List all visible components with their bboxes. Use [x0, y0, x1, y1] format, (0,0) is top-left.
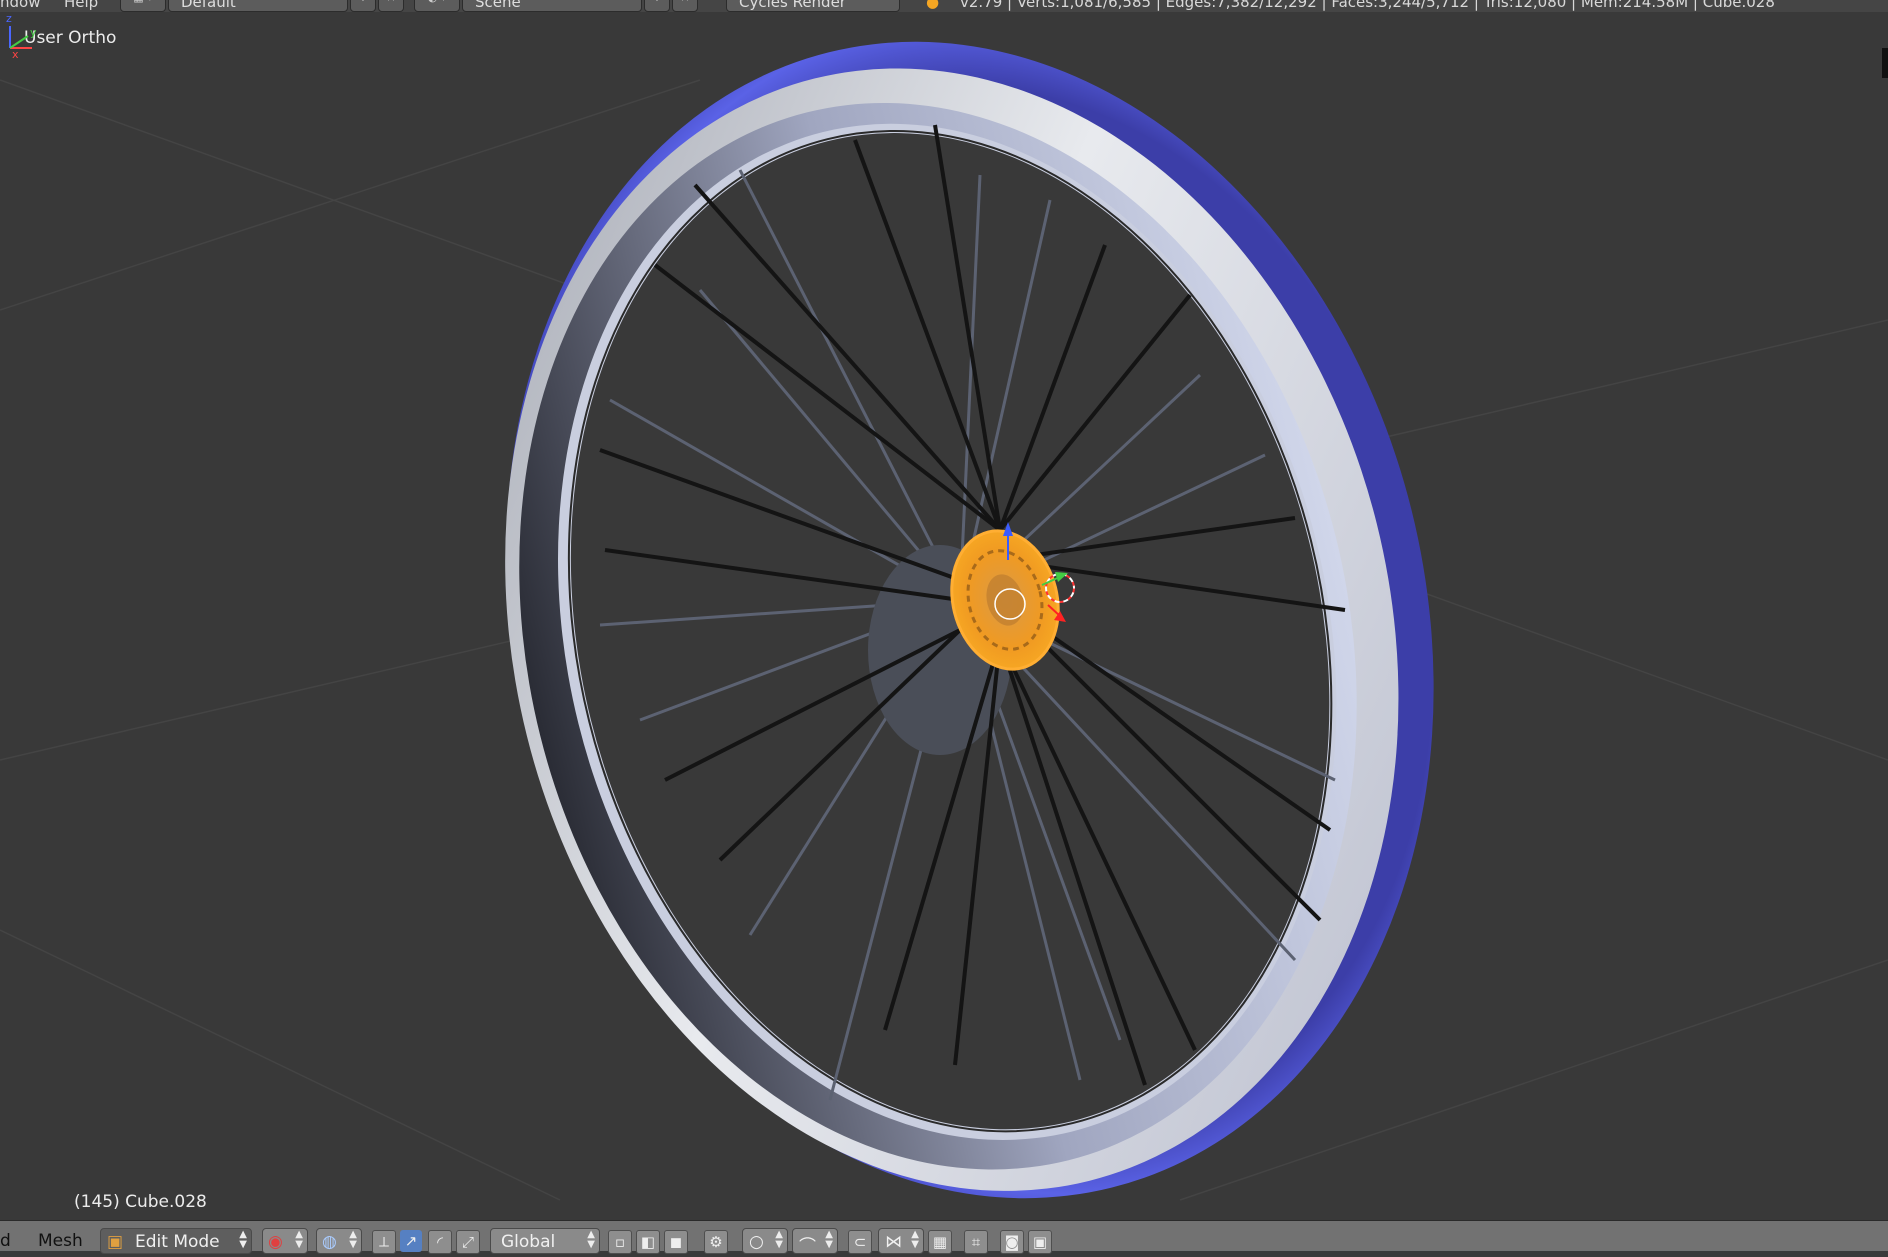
- layout-icon[interactable]: ▦ ▾: [120, 0, 166, 12]
- viewport-header: d Mesh ▣ Edit Mode ▲ ▼ ◉ ▲ ▼ ◍ ▲ ▼ ⟂ ↗ ◜ ⤢ …: [0, 1220, 1888, 1257]
- falloff-icon: ⌒: [799, 1237, 816, 1257]
- scene-field[interactable]: Scene: [462, 0, 642, 12]
- transform-orientation-select[interactable]: Global ▲ ▼: [490, 1228, 600, 1254]
- edit-mode-icon: ▣: [107, 1232, 124, 1252]
- svg-text:y: y: [30, 26, 37, 39]
- face-select-icon[interactable]: ◼: [664, 1230, 688, 1254]
- scene-add-button[interactable]: +: [644, 0, 670, 12]
- pivot-point-select[interactable]: ◍ ▲ ▼: [316, 1228, 362, 1254]
- edge-select-icon[interactable]: ◧: [636, 1230, 660, 1254]
- manipulator-icon[interactable]: ⟂: [372, 1230, 396, 1254]
- layout-add-button[interactable]: +: [350, 0, 376, 12]
- axis-gizmo-icon: z y x: [6, 12, 37, 60]
- translate-icon[interactable]: ↗: [400, 1230, 422, 1252]
- snap-icon[interactable]: ⊂: [848, 1230, 872, 1254]
- solid-sphere-icon: ◉: [268, 1232, 283, 1252]
- menu-mesh[interactable]: Mesh: [38, 1231, 83, 1251]
- layout-remove-button[interactable]: ×: [378, 0, 404, 12]
- occlude-icon[interactable]: ⚙: [704, 1230, 728, 1254]
- svg-text:z: z: [6, 12, 12, 25]
- render-engine-select[interactable]: Cycles Render: [726, 0, 900, 12]
- snap-element-icon: ⋈: [885, 1232, 902, 1252]
- proportional-edit-select[interactable]: ○ ▲ ▼: [742, 1228, 788, 1254]
- vertex-select-icon[interactable]: ▫: [608, 1230, 632, 1254]
- active-object-label: (145) Cube.028: [74, 1192, 207, 1212]
- blender-logo-icon: ●: [926, 0, 940, 11]
- scene-remove-button[interactable]: ×: [672, 0, 698, 12]
- menu-help[interactable]: Help: [64, 0, 98, 11]
- pivot-icon: ◍: [322, 1232, 337, 1252]
- scale-icon[interactable]: ⤢: [456, 1230, 480, 1254]
- falloff-select[interactable]: ⌒ ▲ ▼: [792, 1228, 838, 1257]
- layers-icon[interactable]: ▦: [928, 1230, 952, 1254]
- region-resize-handle[interactable]: [1882, 48, 1888, 78]
- rotate-icon[interactable]: ◜: [428, 1230, 452, 1254]
- viewport-canvas[interactable]: [0, 12, 1888, 1220]
- proportional-icon: ○: [749, 1232, 764, 1252]
- menu-window[interactable]: ndow: [0, 0, 40, 11]
- render-icon[interactable]: ◙: [1000, 1230, 1024, 1254]
- 3d-viewport[interactable]: User Ortho (145) Cube.028 z y x: [0, 12, 1888, 1220]
- menu-view[interactable]: d: [0, 1231, 11, 1251]
- scene-icon[interactable]: ◐ ▾: [414, 0, 460, 12]
- viewport-shading-select[interactable]: ◉ ▲ ▼: [262, 1228, 308, 1254]
- camera-icon[interactable]: ▣: [1028, 1230, 1052, 1254]
- snap-element-select[interactable]: ⋈ ▲ ▼: [878, 1228, 924, 1254]
- chevron-updown-icon: ▲ ▼: [239, 1229, 247, 1250]
- mode-select[interactable]: ▣ Edit Mode ▲ ▼: [100, 1228, 252, 1254]
- screen-layout-field[interactable]: Default: [168, 0, 348, 12]
- uv-icon[interactable]: ⌗: [964, 1230, 988, 1254]
- svg-text:x: x: [12, 48, 19, 60]
- stats-text: v2.79 | Verts:1,081/6,585 | Edges:7,382/…: [960, 0, 1775, 11]
